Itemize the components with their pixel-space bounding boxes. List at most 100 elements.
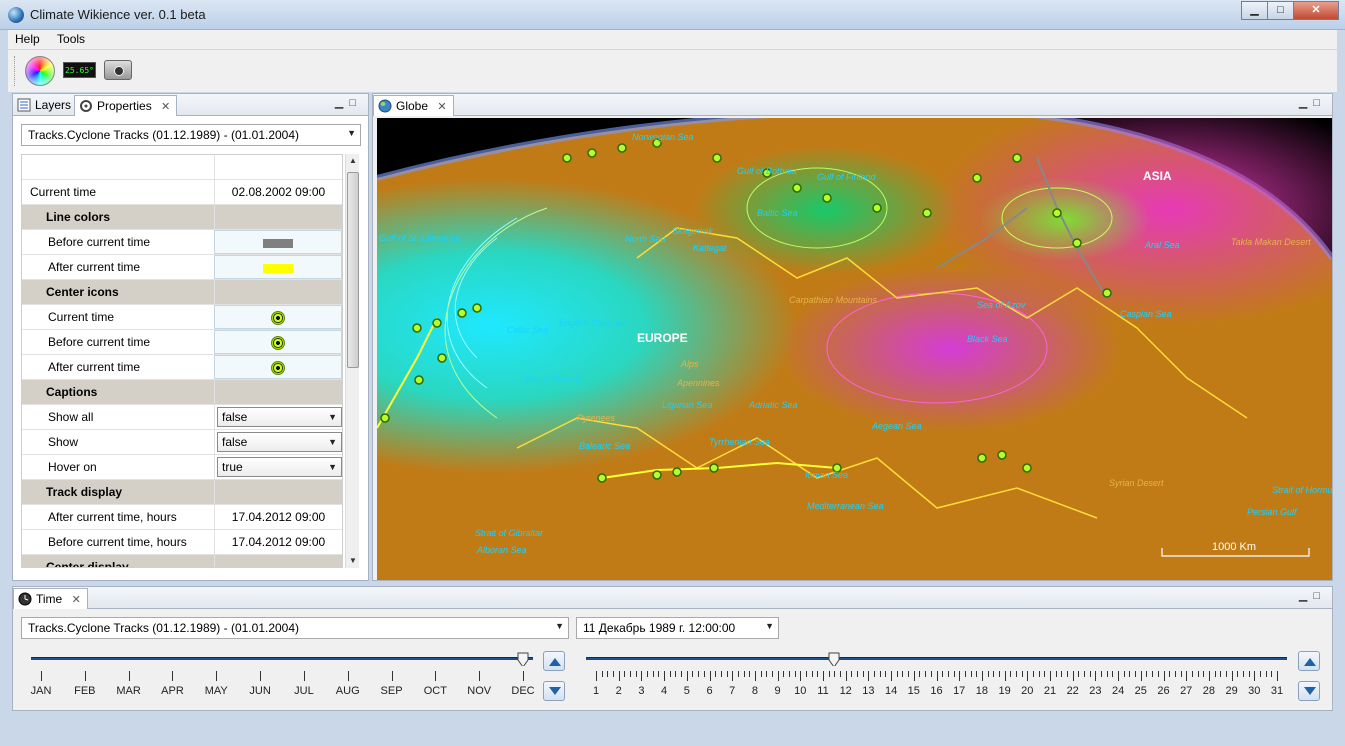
- menu-help[interactable]: Help: [8, 30, 47, 48]
- label-bay-of-biscay: Bay of Biscay: [525, 374, 580, 384]
- properties-scrollbar[interactable]: ▲ ▼: [345, 154, 359, 568]
- tab-properties[interactable]: Properties ✕: [74, 95, 178, 116]
- property-row[interactable]: After current time: [22, 255, 342, 280]
- property-select[interactable]: true ▼: [217, 457, 342, 477]
- property-value[interactable]: 17.04.2012 09:00: [214, 530, 342, 554]
- property-row[interactable]: Before current time: [22, 330, 342, 355]
- temperature-display[interactable]: 25.65°: [63, 62, 96, 78]
- property-value-empty: [214, 480, 342, 504]
- property-row[interactable]: Before current time, hours 17.04.2012 09:…: [22, 530, 342, 555]
- month-tick-label: APR: [161, 685, 184, 697]
- property-row[interactable]: Show all false ▼: [22, 405, 342, 430]
- month-tick: [523, 671, 524, 681]
- property-select-cell[interactable]: true ▼: [214, 455, 342, 479]
- day-minor-tick: [1152, 671, 1154, 677]
- target-icon[interactable]: [271, 361, 285, 375]
- tab-globe[interactable]: Globe ✕: [373, 95, 454, 116]
- month-slider-track[interactable]: [31, 657, 533, 660]
- minimize-button[interactable]: ▁: [1241, 1, 1268, 20]
- day-tick: [641, 671, 643, 681]
- day-minor-tick: [607, 671, 609, 677]
- globe-pane-controls[interactable]: ▁□: [1299, 96, 1326, 109]
- day-tick-label: 4: [661, 685, 668, 697]
- property-select-value: true: [222, 460, 243, 474]
- center-icon-cell[interactable]: [214, 305, 342, 329]
- property-key: Current time: [48, 310, 115, 324]
- day-minor-tick: [885, 671, 887, 677]
- property-key: Center display: [22, 555, 214, 567]
- color-palette-button[interactable]: [25, 56, 55, 86]
- scroll-up-icon[interactable]: ▲: [346, 154, 360, 168]
- month-up-button[interactable]: [543, 651, 565, 671]
- property-value[interactable]: 17.04.2012 09:00: [214, 505, 342, 529]
- chevron-down-icon: ▼: [328, 437, 337, 447]
- close-properties-icon[interactable]: ✕: [161, 101, 170, 113]
- day-down-button[interactable]: [1298, 681, 1320, 701]
- day-minor-tick: [1203, 671, 1205, 677]
- tab-time[interactable]: Time ✕: [13, 588, 88, 609]
- color-swatch-cell[interactable]: [214, 230, 342, 254]
- color-swatch[interactable]: [263, 264, 293, 273]
- globe-map[interactable]: Norwegian Sea Gulf of Bothnia Gulf of Fi…: [377, 118, 1332, 580]
- center-icon-cell[interactable]: [214, 330, 342, 354]
- day-minor-tick: [840, 671, 842, 677]
- maximize-button[interactable]: □: [1267, 1, 1294, 20]
- property-group: Captions: [22, 380, 342, 405]
- camera-icon[interactable]: [104, 60, 132, 80]
- menu-tools[interactable]: Tools: [50, 30, 92, 48]
- day-tick-label: 29: [1225, 685, 1238, 697]
- day-tick: [1027, 671, 1029, 681]
- color-swatch-cell[interactable]: [214, 255, 342, 279]
- close-time-icon[interactable]: ✕: [72, 594, 81, 606]
- property-row[interactable]: Before current time: [22, 230, 342, 255]
- scroll-thumb[interactable]: [347, 172, 359, 368]
- label-aegean-sea: Aegean Sea: [871, 421, 922, 431]
- month-tick: [84, 671, 86, 681]
- month-down-button[interactable]: [543, 681, 565, 701]
- day-slider-thumb[interactable]: [828, 652, 840, 666]
- center-icon-cell[interactable]: [214, 355, 342, 379]
- day-minor-tick: [1021, 671, 1023, 677]
- property-row[interactable]: Current time 02.08.2002 09:00: [22, 180, 342, 205]
- target-icon[interactable]: [271, 311, 285, 325]
- property-key: Show all: [48, 410, 94, 424]
- property-row[interactable]: Show false ▼: [22, 430, 342, 455]
- day-tick-label: 1: [592, 685, 600, 697]
- property-row[interactable]: Hover on true ▼: [22, 455, 342, 480]
- day-minor-tick: [788, 671, 790, 677]
- day-tick-label: 13: [862, 685, 875, 697]
- property-select-cell[interactable]: false ▼: [214, 430, 342, 454]
- property-row[interactable]: After current time: [22, 355, 342, 380]
- day-minor-tick: [1129, 671, 1131, 677]
- color-swatch[interactable]: [263, 239, 293, 248]
- month-slider-thumb[interactable]: [517, 652, 529, 666]
- globe-view[interactable]: Norwegian Sea Gulf of Bothnia Gulf of Fi…: [377, 118, 1332, 580]
- property-value[interactable]: 02.08.2002 09:00: [214, 180, 342, 204]
- property-row[interactable]: Current time: [22, 305, 342, 330]
- close-button[interactable]: ✕: [1293, 1, 1339, 20]
- close-globe-icon[interactable]: ✕: [437, 101, 446, 113]
- property-select[interactable]: false ▼: [217, 432, 342, 452]
- day-up-button[interactable]: [1298, 651, 1320, 671]
- day-slider-track[interactable]: [586, 657, 1287, 660]
- property-row[interactable]: [22, 155, 342, 180]
- date-select[interactable]: 11 Декабрь 1989 г. 12:00:00 ▼: [576, 617, 779, 639]
- tab-layers[interactable]: Layers: [13, 95, 77, 116]
- status-bar: [8, 727, 1337, 739]
- menu-bar: Help Tools: [8, 30, 1337, 50]
- properties-pane-controls[interactable]: ▁□: [335, 96, 362, 109]
- target-icon[interactable]: [271, 336, 285, 350]
- day-minor-tick: [1146, 671, 1148, 677]
- day-tick: [618, 671, 620, 681]
- property-key: Current time: [30, 185, 97, 199]
- scroll-down-icon[interactable]: ▼: [346, 554, 360, 568]
- property-select[interactable]: false ▼: [217, 407, 342, 427]
- month-tick: [303, 671, 305, 681]
- property-row[interactable]: After current time, hours 17.04.2012 09:0…: [22, 505, 342, 530]
- time-layer-select[interactable]: Tracks.Cyclone Tracks (01.12.1989) - (01…: [21, 617, 569, 639]
- time-pane-controls[interactable]: ▁□: [1299, 589, 1326, 602]
- day-minor-tick: [715, 671, 717, 677]
- day-tick-label: 26: [1157, 685, 1170, 697]
- properties-layer-select[interactable]: Tracks.Cyclone Tracks (01.12.1989) - (01…: [21, 124, 361, 146]
- property-select-cell[interactable]: false ▼: [214, 405, 342, 429]
